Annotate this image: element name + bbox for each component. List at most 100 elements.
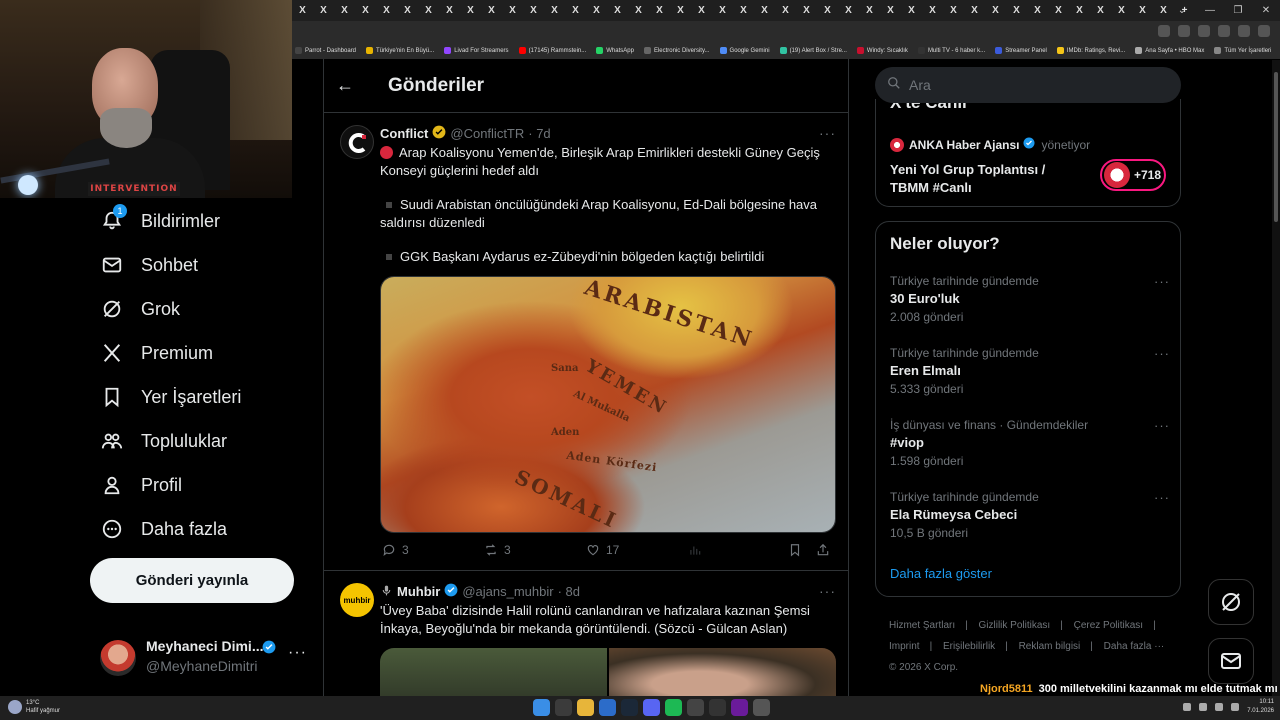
minimize-button[interactable]: — (1196, 0, 1224, 21)
app-icon[interactable] (753, 699, 770, 716)
browser-tab[interactable]: X (355, 0, 376, 21)
nav-item-communities[interactable]: Topluluklar (99, 421, 227, 461)
page-scrollbar[interactable] (1272, 60, 1280, 696)
tweet-media[interactable] (380, 648, 836, 696)
browser-tab[interactable]: X (817, 0, 838, 21)
bookmark-item[interactable]: Livad For Streamers (444, 47, 509, 54)
app-icon[interactable] (687, 699, 704, 716)
trend-item[interactable]: Türkiye tarihinde gündemde Eren Elmalı 5… (890, 346, 1170, 406)
app-icon[interactable] (709, 699, 726, 716)
account-switcher[interactable]: Meyhaneci Dimi... @MeyhaneDimitri ··· (100, 636, 315, 680)
cast-icon[interactable] (1178, 25, 1190, 37)
nav-item-notifications[interactable]: 1 Bildirimler (99, 201, 220, 241)
browser-tab[interactable]: X (439, 0, 460, 21)
tab-search-icon[interactable]: ⌄ (1168, 0, 1196, 21)
trend-item[interactable]: Türkiye tarihinde gündemde 30 Euro'luk 2… (890, 274, 1170, 334)
account-menu-icon[interactable]: ··· (288, 644, 307, 662)
word-icon[interactable] (599, 699, 616, 716)
browser-tab[interactable]: X (1132, 0, 1153, 21)
trend-more-icon[interactable]: ··· (1154, 274, 1170, 289)
browser-tab[interactable]: X (1111, 0, 1132, 21)
tweet[interactable]: Conflict @ConflictTR · 7d ··· Arap Koali… (324, 113, 848, 571)
bookmark-button[interactable] (788, 543, 816, 557)
back-arrow-icon[interactable]: ← (336, 75, 376, 96)
author-handle[interactable]: @ajans_muhbir (462, 584, 553, 599)
bookmark-item[interactable]: Türkiye'nin En Büyü... (366, 47, 434, 54)
browser-tab[interactable]: X (460, 0, 481, 21)
views-button[interactable] (688, 543, 788, 557)
zoom-icon[interactable] (1158, 25, 1170, 37)
show-more-link[interactable]: Daha fazla göster (890, 566, 992, 581)
reply-button[interactable]: 3 (382, 543, 484, 557)
live-source[interactable]: ANKA Haber Ajansı yönetiyor (890, 137, 1090, 152)
browser-tab[interactable]: X (859, 0, 880, 21)
browser-tab[interactable]: X (943, 0, 964, 21)
profile-icon[interactable] (1238, 25, 1250, 37)
browser-tab[interactable]: X (292, 0, 313, 21)
chrome-icon[interactable] (555, 699, 572, 716)
repost-button[interactable]: 3 (484, 543, 586, 557)
author-name[interactable]: Muhbir (397, 584, 440, 599)
nav-item-bookmarks[interactable]: Yer İşaretleri (99, 377, 241, 417)
share-button[interactable] (816, 543, 830, 557)
browser-tab[interactable]: X (1069, 0, 1090, 21)
messages-fab-button[interactable] (1208, 638, 1254, 684)
weather-widget[interactable]: 13°C Hafif yağmur (8, 699, 60, 715)
network-icon[interactable] (1215, 703, 1224, 711)
author-handle[interactable]: @ConflictTR (450, 126, 524, 141)
browser-tab[interactable]: X (922, 0, 943, 21)
live-headline[interactable]: Yeni Yol Grup Toplantısı / TBMM #Canlı (890, 161, 1080, 197)
clock[interactable]: 10:11 7.01.2026 (1247, 698, 1274, 716)
bookmark-item[interactable]: Ana Sayfa • HBO Max (1135, 47, 1204, 54)
discord-icon[interactable] (643, 699, 660, 716)
browser-tab[interactable]: X (502, 0, 523, 21)
trend-more-icon[interactable]: ··· (1154, 346, 1170, 361)
browser-tab[interactable]: X (397, 0, 418, 21)
browser-tab[interactable]: X (691, 0, 712, 21)
tweet-more-icon[interactable]: ··· (819, 583, 836, 599)
tweet-more-icon[interactable]: ··· (819, 125, 836, 141)
browser-tab[interactable]: X (523, 0, 544, 21)
nav-item-premium[interactable]: Premium (99, 333, 213, 373)
close-window-button[interactable]: ✕ (1252, 0, 1280, 21)
browser-tab[interactable]: X (733, 0, 754, 21)
bookmark-item[interactable]: Google Gemini (719, 47, 770, 54)
bookmark-item[interactable]: (19) Alert Box / Stre... (779, 47, 847, 54)
browser-tab[interactable]: X (880, 0, 901, 21)
browser-tab[interactable]: X (901, 0, 922, 21)
footer-link[interactable]: Reklam bilgisi (1019, 641, 1081, 652)
menu-icon[interactable] (1258, 25, 1270, 37)
browser-tab[interactable]: X (1090, 0, 1111, 21)
trend-item[interactable]: İş dünyası ve finans · Gündemdekiler #vi… (890, 418, 1170, 478)
footer-link[interactable]: Daha fazla ··· (1104, 641, 1165, 652)
bookmark-item[interactable]: (17145) Rammstein... (518, 47, 586, 54)
browser-tab[interactable]: X (1027, 0, 1048, 21)
browser-tab[interactable]: X (775, 0, 796, 21)
trend-item[interactable]: Türkiye tarihinde gündemde Ela Rümeysa C… (890, 490, 1170, 550)
footer-link[interactable]: Gizlilik Politikası (979, 620, 1051, 631)
browser-tab[interactable]: X (565, 0, 586, 21)
footer-link[interactable]: Imprint (889, 641, 920, 652)
tray-icon[interactable] (1183, 703, 1192, 711)
search-input[interactable] (909, 77, 1149, 93)
search-box[interactable] (875, 67, 1181, 103)
nav-item-more[interactable]: Daha fazla (99, 509, 227, 549)
bookmark-item[interactable]: Parrot - Dashboard (295, 47, 356, 54)
bookmark-item[interactable]: Tüm Yer İşaretleri (1214, 47, 1271, 54)
maximize-button[interactable]: ❐ (1224, 0, 1252, 21)
browser-tab[interactable]: X (334, 0, 355, 21)
volume-icon[interactable] (1231, 703, 1240, 711)
bookmark-item[interactable]: Multi TV - 6 haber k... (917, 47, 985, 54)
browser-tab[interactable]: X (649, 0, 670, 21)
browser-tab[interactable]: X (418, 0, 439, 21)
footer-link[interactable]: Erişilebilirlik (943, 641, 995, 652)
spotify-icon[interactable] (665, 699, 682, 716)
tweet-time[interactable]: · 7d (528, 126, 550, 141)
start-icon[interactable] (533, 699, 550, 716)
bookmark-item[interactable]: WhatsApp (596, 47, 634, 54)
trend-more-icon[interactable]: ··· (1154, 418, 1170, 433)
browser-tab[interactable]: X (985, 0, 1006, 21)
browser-tab[interactable]: X (754, 0, 775, 21)
bookmark-item[interactable]: Windy: Sıcaklık (856, 47, 908, 54)
nav-item-chat[interactable]: Sohbet (99, 245, 198, 285)
